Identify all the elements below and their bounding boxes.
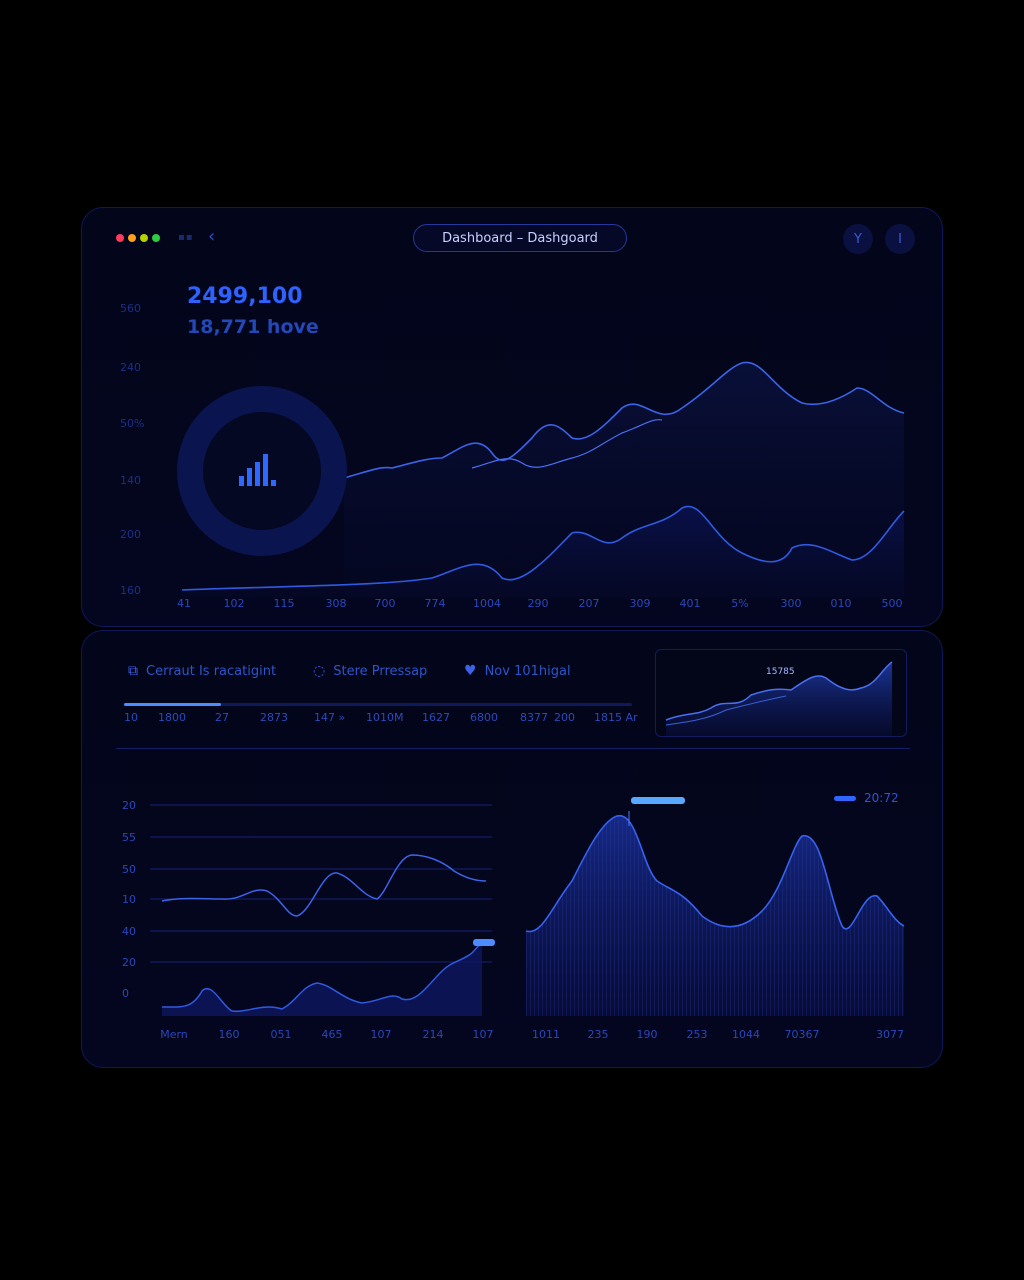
x-tick: 207 [578, 597, 600, 610]
legend-swatch [834, 795, 856, 801]
series-line-2 [471, 419, 663, 469]
x-tick: 500 [881, 597, 903, 610]
right-chart-legend: 20:72 [834, 791, 899, 805]
x-tick: 115 [273, 597, 295, 610]
x-tick: 290 [527, 597, 549, 610]
peak-marker[interactable] [631, 797, 685, 804]
bottom-right-chart [525, 797, 905, 1016]
series-line-1 [343, 361, 905, 479]
x-tick: 308 [325, 597, 347, 610]
x-tick: 70367 [784, 1028, 820, 1041]
x-tick: 41 [177, 597, 191, 610]
x-tick: 235 [587, 1028, 609, 1041]
x-tick: 700 [374, 597, 396, 610]
x-tick: 1011 [532, 1028, 560, 1041]
bottom-panel: ⧉ Cerraut Is racatigint ◌ Stere Prressap… [81, 630, 943, 1068]
legend-label: 20:72 [864, 791, 899, 805]
x-tick: 102 [223, 597, 245, 610]
x-tick: 401 [679, 597, 701, 610]
x-tick: 5% [731, 597, 749, 610]
right-area-texture [526, 815, 904, 1016]
x-tick: 1044 [732, 1028, 760, 1041]
x-tick: 1004 [473, 597, 501, 610]
x-tick: 190 [636, 1028, 658, 1041]
bar-chart-icon [239, 454, 276, 486]
x-tick: 300 [780, 597, 802, 610]
x-tick: 774 [424, 597, 446, 610]
top-panel: ▪▪ ‹ Dashboard – Dashgoard Y I 2499,100 … [81, 207, 943, 627]
x-tick: 010 [830, 597, 852, 610]
x-tick: 309 [629, 597, 651, 610]
x-tick: 253 [686, 1028, 708, 1041]
x-tick: 3077 [876, 1028, 904, 1041]
